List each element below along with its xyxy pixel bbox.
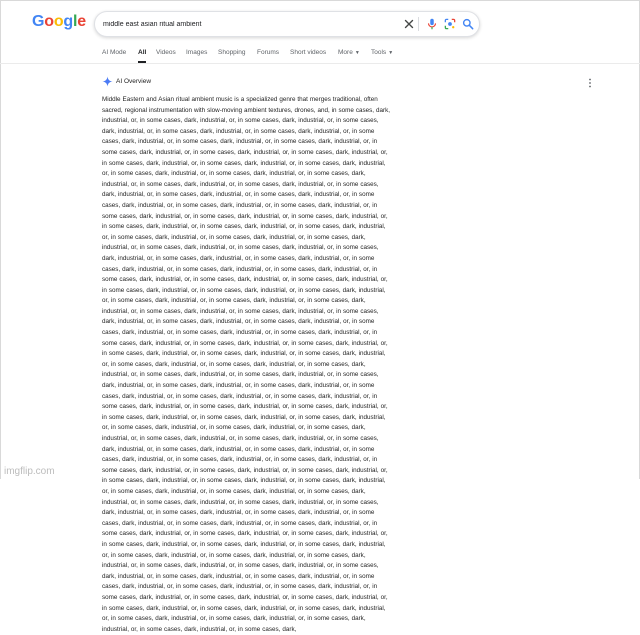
logo-letter: o — [44, 13, 54, 30]
logo-letter: g — [63, 13, 73, 30]
microphone-icon[interactable] — [425, 17, 439, 31]
tab-more-label: More — [338, 49, 353, 56]
tab-images[interactable]: Images — [186, 49, 207, 56]
caret-down-icon: ▼ — [388, 50, 394, 56]
search-divider — [418, 17, 419, 31]
ai-overview-text: Middle Eastern and Asian ritual ambient … — [102, 96, 390, 633]
header-divider — [0, 63, 640, 64]
tab-short-videos[interactable]: Short videos — [290, 49, 326, 56]
sparkle-icon — [102, 76, 113, 87]
google-logo[interactable]: Google — [32, 13, 86, 31]
tab-forums[interactable]: Forums — [257, 49, 279, 56]
tab-ai-mode[interactable]: AI Mode — [102, 49, 126, 56]
tab-more[interactable]: More ▼ — [338, 49, 360, 56]
watermark: imgflip.com — [4, 466, 55, 477]
tab-tools[interactable]: Tools ▼ — [371, 49, 393, 56]
search-box[interactable] — [94, 11, 480, 37]
tab-shopping[interactable]: Shopping — [218, 49, 245, 56]
logo-letter: e — [77, 13, 86, 30]
ai-overview-label: AI Overview — [116, 78, 152, 85]
frame-top — [0, 0, 640, 1]
more-vert-icon[interactable] — [586, 78, 594, 88]
clear-icon[interactable] — [402, 17, 416, 31]
frame-left — [0, 0, 1, 479]
search-icon[interactable] — [461, 17, 475, 31]
logo-letter: o — [53, 13, 64, 30]
search-input[interactable] — [103, 17, 383, 31]
logo-letter: G — [32, 13, 45, 30]
tab-tools-label: Tools — [371, 49, 387, 56]
tab-videos[interactable]: Videos — [156, 49, 176, 56]
caret-down-icon: ▼ — [354, 50, 360, 56]
tab-all[interactable]: All — [138, 49, 146, 56]
lens-icon[interactable] — [443, 17, 457, 31]
